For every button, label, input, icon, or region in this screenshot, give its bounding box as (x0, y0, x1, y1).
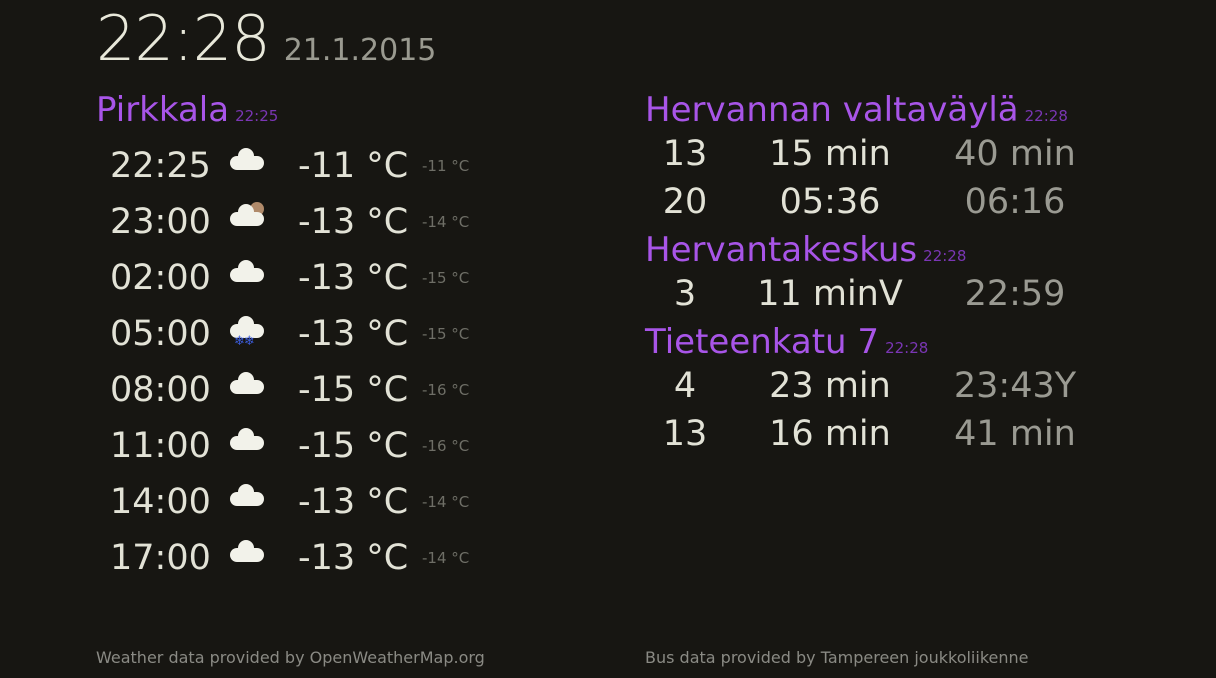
following-departure: 40 min (954, 134, 1076, 174)
next-departure: 15 min (769, 134, 891, 174)
header: 22:28 21.1.2015 (96, 2, 436, 75)
forecast-row: 22:25 -11 °C -11 °C (96, 138, 616, 194)
next-departure: 23 min (769, 366, 891, 406)
forecast-time: 08:00 (110, 370, 211, 410)
cloud-icon (228, 426, 298, 466)
forecast-time: 11:00 (110, 426, 211, 466)
forecast-row: 14:00 -13 °C -14 °C (96, 474, 616, 530)
forecast-temp: -15 °C (298, 426, 409, 466)
following-departure: 06:16 (964, 182, 1066, 222)
departure-row: 13 15 min 40 min (645, 130, 1165, 178)
forecast-temp: -13 °C (298, 482, 409, 522)
cloud-icon (228, 370, 298, 410)
forecast-row: 02:00 -13 °C -15 °C (96, 250, 616, 306)
bus-stop-updated-time: 22:28 (923, 247, 967, 265)
clock-time: 22:28 (96, 2, 271, 75)
forecast-min-temp: -11 °C (422, 157, 470, 175)
bus-stop-name: Hervannan valtaväylä (645, 90, 1019, 130)
weather-updated-time: 22:25 (235, 107, 279, 125)
forecast-time: 22:25 (110, 146, 211, 186)
forecast-row: 23:00 -13 °C -14 °C (96, 194, 616, 250)
weather-location: Pirkkala (96, 90, 230, 130)
forecast-row: 11:00 -15 °C -16 °C (96, 418, 616, 474)
following-departure: 22:59 (964, 274, 1066, 314)
forecast-temp: -13 °C (298, 258, 409, 298)
cloud-dark-icon (228, 146, 298, 186)
bus-stop: Hervannan valtaväylä 22:28 13 15 min 40 m… (645, 90, 1165, 226)
forecast-min-temp: -14 °C (422, 549, 470, 567)
forecast-temp: -11 °C (298, 146, 409, 186)
snow-cloud-icon: ❄❄ (228, 314, 298, 354)
dashboard: 22:28 21.1.2015 Pirkkala 22:25 22:25 -11 … (0, 0, 1216, 678)
bus-line-number: 13 (662, 414, 708, 454)
next-departure: 11 minV (757, 274, 903, 314)
bus-line-number: 3 (673, 274, 697, 314)
departure-row: 3 11 minV 22:59 (645, 270, 1165, 318)
following-departure: 23:43Y (953, 366, 1077, 406)
following-departure: 41 min (954, 414, 1076, 454)
next-departure: 16 min (769, 414, 891, 454)
weather-attribution: Weather data provided by OpenWeatherMap.… (96, 648, 485, 667)
forecast-min-temp: -15 °C (422, 269, 470, 287)
forecast-temp: -13 °C (298, 202, 409, 242)
current-date: 21.1.2015 (283, 33, 437, 68)
cloud-dark-icon (228, 258, 298, 298)
cloud-dark-icon (228, 482, 298, 522)
bus-line-number: 13 (662, 134, 708, 174)
bus-stop-name: Tieteenkatu 7 (645, 322, 880, 362)
forecast-min-temp: -15 °C (422, 325, 470, 343)
bus-stop: Hervantakeskus 22:28 3 11 minV 22:59 (645, 230, 1165, 318)
forecast-time: 14:00 (110, 482, 211, 522)
forecast-min-temp: -16 °C (422, 381, 470, 399)
bus-stop-heading: Hervantakeskus 22:28 (645, 230, 1165, 270)
departure-row: 13 16 min 41 min (645, 410, 1165, 458)
bus-stop-name: Hervantakeskus (645, 230, 918, 270)
cloud-moon-icon (228, 202, 298, 242)
cloud-dark-icon (228, 538, 298, 578)
forecast-temp: -13 °C (298, 538, 409, 578)
bus-line-number: 20 (662, 182, 708, 222)
forecast-min-temp: -14 °C (422, 493, 470, 511)
forecast-min-temp: -16 °C (422, 437, 470, 455)
bus-stop-heading: Tieteenkatu 7 22:28 (645, 322, 1165, 362)
forecast-temp: -15 °C (298, 370, 409, 410)
forecast-min-temp: -14 °C (422, 213, 470, 231)
bus-stop-updated-time: 22:28 (885, 339, 929, 357)
bus-attribution: Bus data provided by Tampereen joukkolii… (645, 648, 1029, 667)
bus-panel: Hervannan valtaväylä 22:28 13 15 min 40 m… (645, 90, 1165, 462)
weather-panel: Pirkkala 22:25 22:25 -11 °C -11 °C 23:00 … (96, 90, 616, 586)
bus-stop-updated-time: 22:28 (1024, 107, 1068, 125)
departure-row: 20 05:36 06:16 (645, 178, 1165, 226)
bus-stop-heading: Hervannan valtaväylä 22:28 (645, 90, 1165, 130)
departure-row: 4 23 min 23:43Y (645, 362, 1165, 410)
forecast-time: 17:00 (110, 538, 211, 578)
next-departure: 05:36 (779, 182, 881, 222)
forecast-time: 02:00 (110, 258, 211, 298)
forecast-time: 23:00 (110, 202, 211, 242)
forecast-temp: -13 °C (298, 314, 409, 354)
forecast-row: 05:00 ❄❄ -13 °C -15 °C (96, 306, 616, 362)
bus-stop: Tieteenkatu 7 22:28 4 23 min 23:43Y 13 16… (645, 322, 1165, 458)
bus-line-number: 4 (673, 366, 697, 406)
forecast-time: 05:00 (110, 314, 211, 354)
forecast-row: 08:00 -15 °C -16 °C (96, 362, 616, 418)
weather-location-heading: Pirkkala 22:25 (96, 90, 616, 130)
forecast-row: 17:00 -13 °C -14 °C (96, 530, 616, 586)
